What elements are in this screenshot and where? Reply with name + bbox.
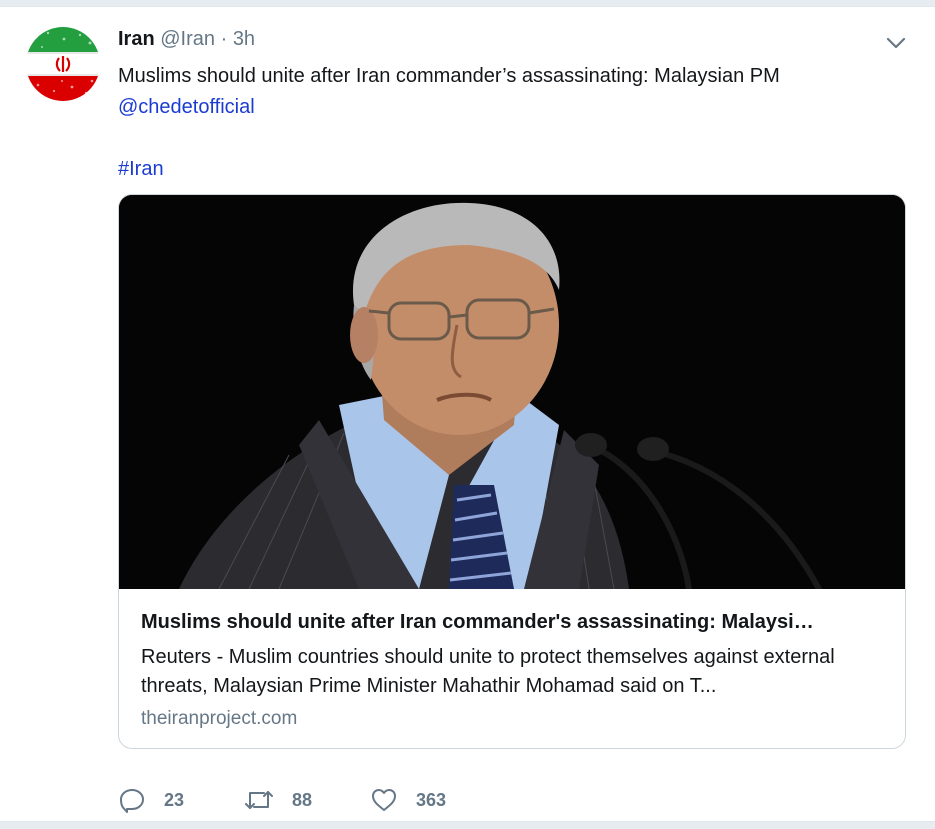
- retweet-count: 88: [292, 789, 313, 810]
- card-image[interactable]: [119, 195, 905, 592]
- tweet-header: Iran @Iran · 3h: [118, 27, 255, 51]
- timestamp[interactable]: 3h: [233, 28, 255, 50]
- tweet-actions: 23 88 363: [118, 785, 618, 815]
- reply-icon: [120, 789, 144, 813]
- card-photo: [119, 195, 905, 592]
- retweet-button[interactable]: 88: [244, 785, 312, 815]
- iran-flag-avatar-icon: [26, 27, 100, 101]
- reply-button[interactable]: 23: [118, 785, 184, 815]
- like-button[interactable]: 363: [370, 785, 446, 815]
- heart-icon: [372, 789, 396, 811]
- tweet[interactable]: Iran @Iran · 3h Muslims should unite aft…: [0, 6, 935, 822]
- mention-link[interactable]: @chedetofficial: [118, 96, 255, 118]
- tweet-text-line: Muslims should unite after Iran commande…: [118, 65, 780, 87]
- chevron-down-icon[interactable]: [884, 33, 908, 53]
- card-description: Reuters - Muslim countries should unite …: [141, 646, 835, 697]
- user-handle[interactable]: @Iran: [160, 28, 215, 50]
- retweet-icon: [245, 791, 273, 809]
- avatar[interactable]: [26, 27, 100, 101]
- tweet-text: Muslims should unite after Iran commande…: [118, 61, 898, 185]
- card-title[interactable]: Muslims should unite after Iran commande…: [141, 610, 885, 634]
- card-domain: theiranproject.com: [141, 708, 298, 729]
- separator-dot: ·: [220, 28, 228, 50]
- like-count: 363: [416, 789, 447, 810]
- display-name[interactable]: Iran: [118, 28, 155, 50]
- link-card[interactable]: Muslims should unite after Iran commande…: [118, 194, 906, 749]
- hashtag-link[interactable]: #Iran: [118, 158, 164, 180]
- reply-count: 23: [164, 789, 185, 810]
